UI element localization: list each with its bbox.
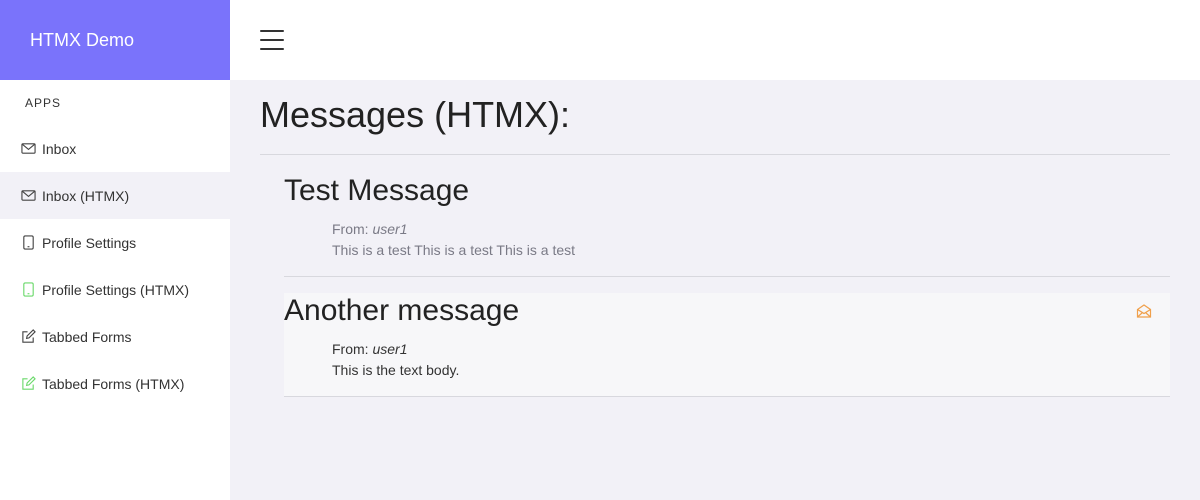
sidebar-item-label: Tabbed Forms <box>42 328 132 345</box>
sidebar-item-label: Tabbed Forms (HTMX) <box>42 375 185 392</box>
brand-title[interactable]: HTMX Demo <box>0 0 230 80</box>
sidebar-item-label: Profile Settings (HTMX) <box>42 281 190 298</box>
message-from-user: user1 <box>372 221 408 237</box>
message-from: From: user1 <box>332 341 1170 357</box>
sidebar-item-label: Inbox <box>42 140 77 157</box>
content: Messages (HTMX): Test Message From: user… <box>230 80 1200 397</box>
message-body: This is a test This is a test This is a … <box>332 242 576 258</box>
sidebar-item-inbox-htmx[interactable]: Inbox (HTMX) <box>0 172 230 219</box>
sidebar-item-profile-settings[interactable]: Profile Settings <box>0 219 230 266</box>
sidebar-section-label: APPS <box>25 96 62 110</box>
message-from: From: user1 <box>332 221 1170 237</box>
app-root: HTMX Demo APPS Inbox Inbox (HTMX) Profil… <box>0 0 1200 500</box>
envelope-icon <box>20 188 36 204</box>
edit-icon <box>20 329 36 345</box>
sidebar-item-label: Inbox (HTMX) <box>42 187 130 204</box>
edit-icon <box>20 376 36 392</box>
message-from-user: user1 <box>372 341 408 357</box>
message-title: Another message <box>284 294 520 327</box>
topbar <box>230 0 1200 80</box>
sidebar-item-inbox[interactable]: Inbox <box>0 125 230 172</box>
mail-open-icon[interactable] <box>1136 303 1152 319</box>
tablet-icon <box>20 282 36 298</box>
message-title: Test Message <box>284 174 470 207</box>
message-from-label: From: <box>332 341 369 357</box>
message-body: This is the text body. <box>332 362 460 378</box>
sidebar-item-label: Profile Settings <box>42 234 137 251</box>
envelope-icon <box>20 141 36 157</box>
sidebar-item-tabbed-forms[interactable]: Tabbed Forms <box>0 313 230 360</box>
main-area: Messages (HTMX): Test Message From: user… <box>230 0 1200 500</box>
tablet-icon <box>20 235 36 251</box>
sidebar: HTMX Demo APPS Inbox Inbox (HTMX) Profil… <box>0 0 230 500</box>
sidebar-item-tabbed-forms-htmx[interactable]: Tabbed Forms (HTMX) <box>0 360 230 407</box>
message-item[interactable]: Another message From: user1 This is the … <box>284 293 1170 397</box>
hamburger-icon[interactable] <box>260 30 284 50</box>
sidebar-item-profile-settings-htmx[interactable]: Profile Settings (HTMX) <box>0 266 230 313</box>
page-title: Messages (HTMX): <box>260 94 1170 155</box>
message-item[interactable]: Test Message From: user1 This is a test … <box>284 155 1170 277</box>
message-from-label: From: <box>332 221 369 237</box>
